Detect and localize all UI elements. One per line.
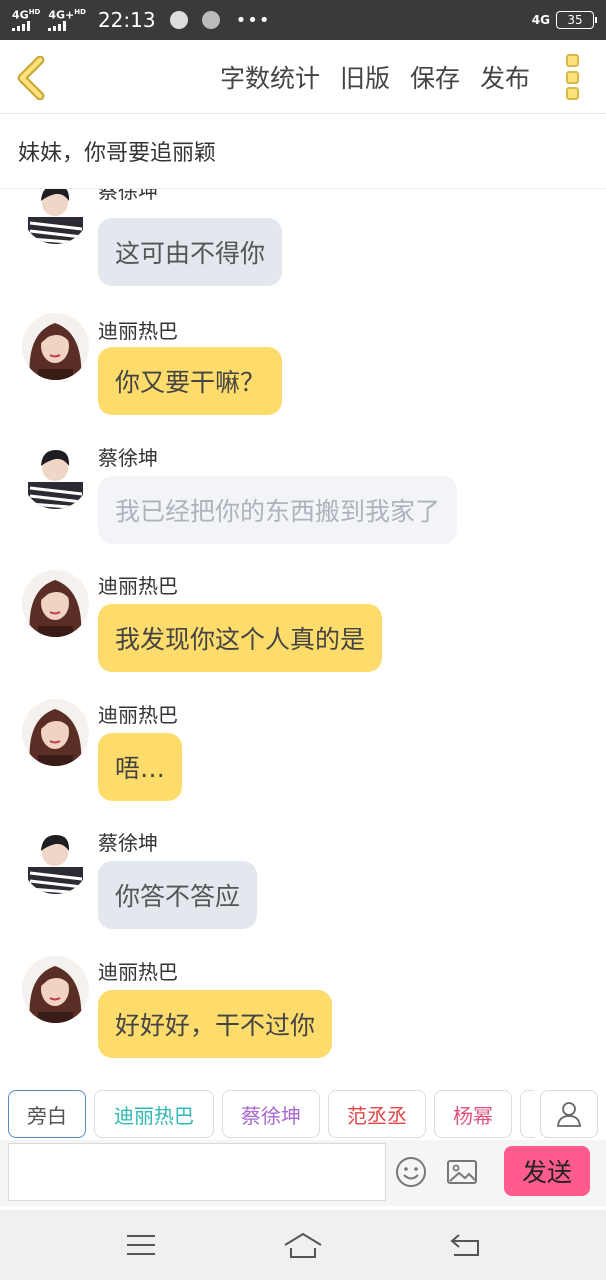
more-dot-icon [566,70,579,84]
image-button[interactable] [446,1156,478,1188]
smiley-icon [396,1157,426,1187]
battery-level: 35 [567,13,583,27]
status-left: 4GHD 4G+HD 22:13 ••• [12,8,270,32]
more-dot-icon [566,87,579,100]
message-list[interactable]: 蔡徐坤 这可由不得你 迪丽热巴 你又要干嘛？ 蔡徐坤 我已经把你的东西搬到我家了… [0,189,606,1072]
old-version-button[interactable]: 旧版 [340,59,390,95]
role-chip-caixukun[interactable]: 蔡徐坤 [222,1090,320,1138]
back-button[interactable] [14,55,50,101]
female-avatar[interactable] [22,313,89,380]
network-type-3: 4G [531,13,550,27]
sender-name: 迪丽热巴 [98,703,178,727]
message-input[interactable] [8,1143,386,1201]
role-selector: 旁白 迪丽热巴 蔡徐坤 范丞丞 杨幂 [0,1084,606,1144]
role-chip-fanchengcheng[interactable]: 范丞丞 [328,1090,426,1138]
app-notification-icon [169,11,188,29]
menu-icon [127,1235,155,1255]
input-bar: 发送 [0,1140,606,1206]
jovi-icon [201,11,220,29]
home-nav-button[interactable] [283,1227,323,1263]
message-bubble[interactable]: 我已经把你的东西搬到我家了 [98,476,458,544]
system-nav-bar [0,1210,606,1280]
role-chip-dilireba[interactable]: 迪丽热巴 [94,1090,214,1138]
sender-name: 蔡徐坤 [98,189,158,203]
signal-bars-icon [12,21,30,32]
status-bar: 4GHD 4G+HD 22:13 ••• 4G 35 [0,0,606,40]
network-type-2: 4G+ [48,8,75,22]
more-dot-icon [566,54,579,67]
send-button[interactable]: 发送 [504,1146,590,1196]
home-icon [284,1232,322,1258]
publish-button[interactable]: 发布 [480,59,530,95]
sender-name: 迪丽热巴 [98,960,178,984]
role-chip-yangmi[interactable]: 杨幂 [434,1090,512,1138]
female-avatar[interactable] [22,699,89,766]
network-sup-1: HD [28,7,41,16]
sender-name: 蔡徐坤 [98,831,158,855]
message-bubble[interactable]: 好好好，干不过你 [98,990,333,1058]
message-bubble[interactable]: 这可由不得你 [98,218,283,286]
battery-icon: 35 [556,11,597,29]
network-type-1: 4G [12,8,29,22]
message-bubble[interactable]: 唔… [98,733,183,801]
more-menu-button[interactable] [566,54,582,100]
message-bubble[interactable]: 你答不答应 [98,861,258,929]
network-sup-2: HD [74,7,86,16]
more-notifications-icon: ••• [235,9,271,31]
sender-name: 迪丽热巴 [98,319,178,343]
male-avatar[interactable] [22,189,89,244]
add-role-button[interactable] [540,1090,598,1138]
male-avatar[interactable] [22,442,89,509]
back-nav-button[interactable] [445,1227,485,1263]
person-icon [557,1102,581,1127]
female-avatar[interactable] [22,570,89,637]
word-count-button[interactable]: 字数统计 [220,59,320,95]
emoji-button[interactable] [395,1156,427,1188]
image-icon [447,1160,477,1184]
story-title[interactable]: 妹妹，你哥要追丽颖 [0,114,606,189]
male-avatar[interactable] [22,827,89,894]
chevron-left-icon [17,55,45,101]
message-bubble[interactable]: 我发现你这个人真的是 [98,604,383,672]
top-toolbar: 字数统计 旧版 保存 发布 [0,40,606,114]
female-avatar[interactable] [22,956,89,1023]
message-bubble[interactable]: 你又要干嘛？ [98,347,283,415]
save-button[interactable]: 保存 [410,59,460,95]
role-chip-narrator[interactable]: 旁白 [8,1090,86,1138]
menu-nav-button[interactable] [121,1227,161,1263]
signal-bars-icon [48,21,67,32]
signal-1: 4GHD [12,7,41,32]
role-chip-overflow[interactable] [520,1090,534,1138]
clock: 22:13 [97,8,156,32]
toolbar-actions: 字数统计 旧版 保存 发布 [220,40,530,114]
sender-name: 蔡徐坤 [98,446,158,470]
back-arrow-icon [450,1234,479,1256]
sender-name: 迪丽热巴 [98,574,178,598]
signal-2: 4G+HD [48,7,86,32]
status-right: 4G 35 [531,11,597,29]
